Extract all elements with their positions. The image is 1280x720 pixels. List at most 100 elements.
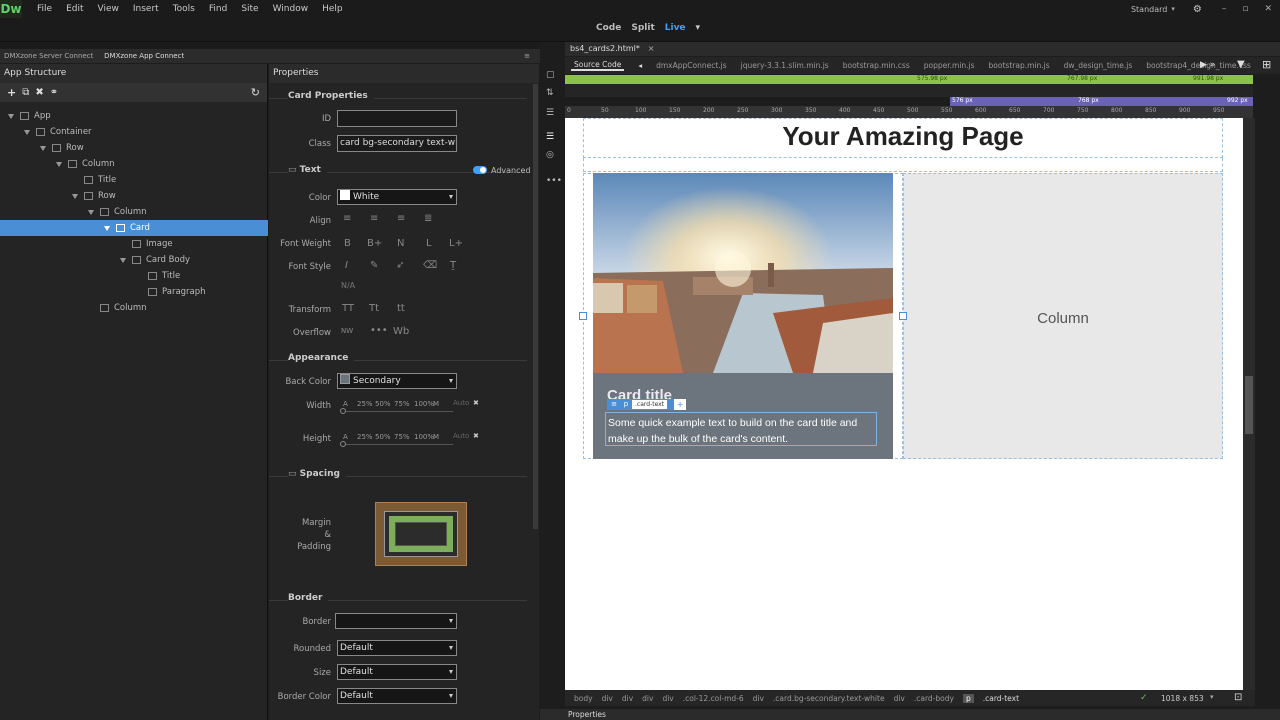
width-slider-thumb[interactable]: [340, 408, 346, 414]
resize-handle-right[interactable]: [899, 312, 907, 320]
card-image[interactable]: [593, 173, 893, 373]
transform-uppercase[interactable]: TT: [342, 303, 354, 314]
tree-node-paragraph[interactable]: Paragraph: [0, 284, 268, 300]
expand-triangle-icon[interactable]: [88, 210, 94, 215]
font-weight-light[interactable]: L: [426, 238, 432, 249]
workspace-switcher[interactable]: Standard: [1131, 5, 1167, 14]
tree-node-column[interactable]: Column: [0, 300, 268, 316]
tab-server-connect[interactable]: DMXzone Server Connect: [0, 52, 97, 60]
tag-crumb[interactable]: .card-body: [914, 694, 954, 703]
pen-icon[interactable]: ✎: [370, 260, 378, 271]
tab-app-connect[interactable]: DMXzone App Connect: [100, 52, 188, 60]
clear-icon[interactable]: ✖: [473, 432, 479, 440]
viewport-size[interactable]: 1018 x 853: [1161, 694, 1204, 703]
chevron-down-icon[interactable]: ▾: [1171, 5, 1175, 13]
transform-lowercase[interactable]: tt: [397, 303, 405, 314]
clear-format-icon[interactable]: Ṯ: [450, 260, 456, 271]
italic-icon[interactable]: I: [345, 260, 348, 271]
margin-box[interactable]: [375, 502, 467, 566]
expand-triangle-icon[interactable]: [24, 130, 30, 135]
hud-class[interactable]: .card-text: [632, 400, 668, 409]
expand-triangle-icon[interactable]: [120, 258, 126, 263]
live-view-button[interactable]: Live: [665, 23, 686, 33]
height-opt[interactable]: 75%: [394, 433, 410, 441]
align-right-icon[interactable]: ≡: [397, 213, 405, 224]
height-slider-track[interactable]: [343, 444, 453, 445]
class-input[interactable]: card bg-secondary text-wh: [337, 135, 457, 152]
page-heading[interactable]: Your Amazing Page: [584, 121, 1222, 152]
card[interactable]: Card title ≡ p .card-text + Some quick e…: [593, 173, 893, 459]
menu-site[interactable]: Site: [234, 4, 265, 14]
filter-icon[interactable]: ▼: [1237, 59, 1245, 70]
source-code-tab[interactable]: Source Code: [571, 60, 625, 71]
tree-node-title[interactable]: Title: [0, 268, 268, 284]
id-input[interactable]: [337, 110, 457, 127]
tree-node-container[interactable]: Container: [0, 124, 268, 140]
tree-node-column[interactable]: Column: [0, 156, 268, 172]
menu-view[interactable]: View: [91, 4, 126, 14]
bp-purple-1[interactable]: 576 px: [952, 97, 973, 104]
height-auto[interactable]: Auto: [453, 432, 469, 440]
expand-triangle-icon[interactable]: [40, 146, 46, 151]
eraser-icon[interactable]: ⌫: [423, 260, 437, 271]
rounded-select[interactable]: Default: [337, 640, 457, 656]
live-view-canvas[interactable]: Your Amazing Page Column Card title ≡ p …: [565, 118, 1243, 690]
tag-crumb[interactable]: .card.bg-secondary.text-white: [773, 694, 885, 703]
validation-ok-icon[interactable]: ✓: [1140, 693, 1148, 703]
hud-menu-icon[interactable]: ≡: [607, 399, 621, 410]
overflow-ellipsis-icon[interactable]: •••: [370, 325, 388, 336]
expand-triangle-icon[interactable]: [104, 226, 110, 231]
menu-insert[interactable]: Insert: [126, 4, 166, 14]
tag-crumb[interactable]: .col-12.col-md-6: [683, 694, 744, 703]
bottom-properties-tab[interactable]: Properties: [568, 710, 606, 719]
close-icon[interactable]: ✕: [1264, 4, 1272, 14]
file-bs4-design-time[interactable]: bootstrap4_design_time.css: [1146, 61, 1251, 70]
assets-icon[interactable]: ◎: [546, 150, 554, 160]
bp-purple-3[interactable]: 992 px: [1227, 97, 1248, 104]
toolbar-options-icon[interactable]: ⊞: [1262, 58, 1271, 71]
card-text[interactable]: Some quick example text to build on the …: [605, 412, 877, 446]
width-opt[interactable]: M: [433, 400, 439, 408]
padding-box[interactable]: [389, 516, 453, 552]
tree-node-title[interactable]: Title: [0, 172, 268, 188]
tag-crumb[interactable]: p: [962, 693, 974, 703]
tree-node-app[interactable]: App: [0, 108, 268, 124]
more-icon[interactable]: •••: [546, 176, 562, 186]
color-select[interactable]: White: [337, 189, 457, 205]
size-select[interactable]: Default: [337, 664, 457, 680]
expand-triangle-icon[interactable]: [8, 114, 14, 119]
add-icon[interactable]: +: [7, 86, 16, 99]
file-jquery[interactable]: jquery-3.3.1.slim.min.js: [741, 61, 829, 70]
tree-node-card-body[interactable]: Card Body: [0, 252, 268, 268]
menu-file[interactable]: File: [30, 4, 59, 14]
restore-icon[interactable]: ▫: [1242, 4, 1248, 14]
tab-bs4-cards2[interactable]: bs4_cards2.html*: [565, 44, 640, 53]
height-opt[interactable]: A: [343, 433, 348, 441]
more-files-icon[interactable]: ▶ »: [1200, 60, 1215, 70]
properties-scrollbar[interactable]: [533, 84, 538, 529]
tree-node-column[interactable]: Column: [0, 204, 268, 220]
align-center-icon[interactable]: ≡: [370, 213, 378, 224]
overflow-nowrap[interactable]: NW: [341, 327, 353, 335]
tag-crumb[interactable]: div: [622, 694, 633, 703]
brush-icon[interactable]: ➶: [396, 260, 404, 271]
refresh-icon[interactable]: ↻: [251, 86, 260, 99]
tag-crumb[interactable]: .card-text: [983, 694, 1019, 703]
minimize-icon[interactable]: –: [1222, 4, 1227, 14]
sync-settings-icon[interactable]: ⚙: [1193, 4, 1202, 15]
height-opt[interactable]: 100%: [414, 433, 434, 441]
font-weight-normal[interactable]: N: [397, 238, 404, 249]
menu-edit[interactable]: Edit: [59, 4, 90, 14]
menu-tools[interactable]: Tools: [166, 4, 202, 14]
css-designer-icon[interactable]: ☰: [546, 132, 554, 142]
tree-node-row[interactable]: Row: [0, 188, 268, 204]
bp-purple-2[interactable]: 768 px: [1078, 97, 1099, 104]
align-left-icon[interactable]: ≡: [343, 213, 351, 224]
width-auto[interactable]: Auto: [453, 399, 469, 407]
bp-green-2[interactable]: 767.98 px: [1067, 75, 1097, 82]
font-weight-bold[interactable]: B: [344, 238, 351, 249]
tag-crumb[interactable]: div: [753, 694, 764, 703]
tag-crumb[interactable]: div: [662, 694, 673, 703]
empty-column[interactable]: Column: [903, 173, 1223, 459]
tag-crumb[interactable]: div: [894, 694, 905, 703]
